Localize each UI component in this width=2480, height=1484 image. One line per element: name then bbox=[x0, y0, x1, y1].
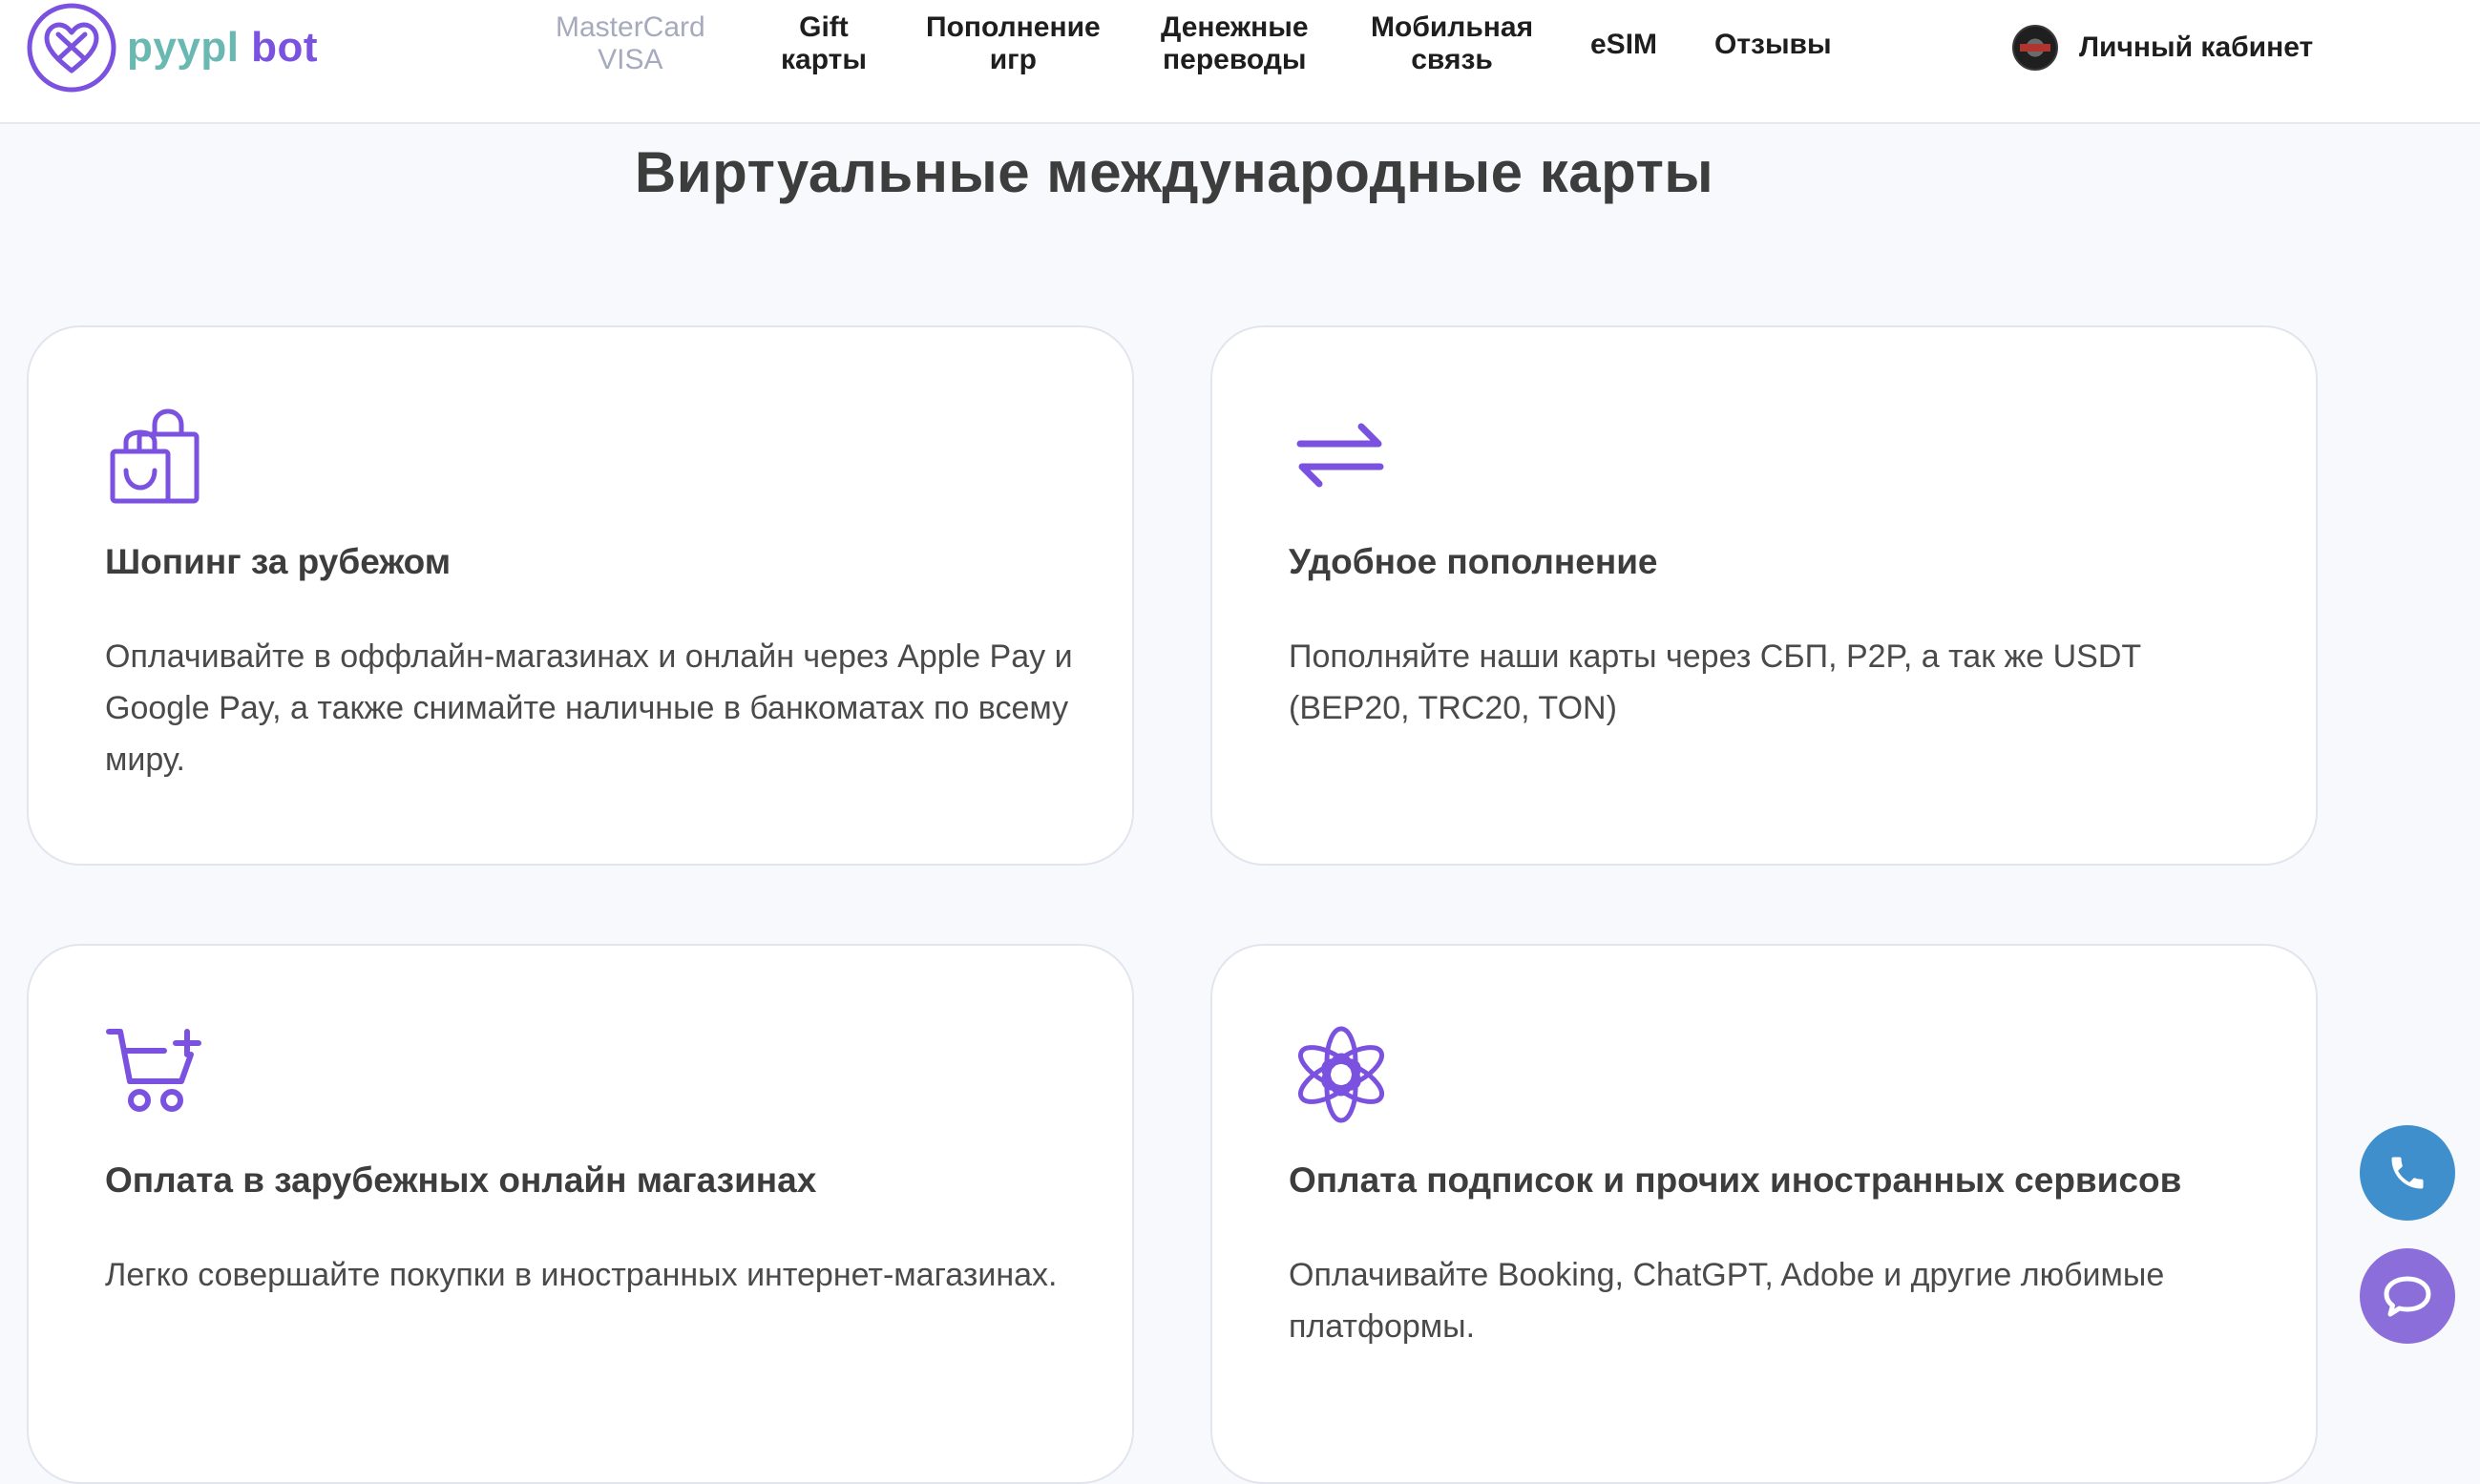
logo[interactable]: pyypl bot bbox=[26, 2, 318, 94]
logo-heart-icon bbox=[27, 3, 116, 93]
logo-text-bot: bot bbox=[251, 24, 319, 71]
nav-mobile-line2: связь bbox=[1411, 44, 1493, 75]
nav-mastercard-visa[interactable]: MasterCard VISA bbox=[556, 11, 705, 76]
feature-card-topup: Удобное пополнение Пополняйте наши карты… bbox=[1210, 325, 2318, 866]
nav-game-topup[interactable]: Пополнение игр bbox=[926, 11, 1101, 76]
card-text: Оплачивайте Booking, ChatGPT, Adobe и др… bbox=[1289, 1257, 2165, 1345]
phone-icon bbox=[2391, 1157, 2424, 1189]
site-header: pyypl bot MasterCard VISA Gift карты Поп… bbox=[0, 0, 2480, 124]
nav-mobile[interactable]: Мобильная связь bbox=[1371, 11, 1533, 76]
account-link[interactable]: Личный кабинет bbox=[2012, 25, 2313, 71]
nav-games-line1: Пополнение bbox=[926, 11, 1101, 43]
page-title: Виртуальные международные карты bbox=[634, 140, 1714, 204]
nav-gift-line2: карты bbox=[781, 44, 867, 75]
feature-card-shopping: Шопинг за рубежом Оплачивайте в оффлайн-… bbox=[27, 325, 1134, 866]
card-title: Оплата подписок и прочих иностранных сер… bbox=[1289, 1160, 2182, 1200]
card-title: Удобное пополнение bbox=[1289, 542, 1658, 581]
call-button[interactable] bbox=[2360, 1125, 2455, 1221]
exchange-arrows-icon bbox=[1296, 423, 1384, 488]
nav-transfers-line2: переводы bbox=[1163, 44, 1307, 75]
logo-text: pyypl bot bbox=[127, 24, 318, 72]
card-title: Оплата в зарубежных онлайн магазинах bbox=[105, 1160, 817, 1200]
nav-mobile-line1: Мобильная bbox=[1371, 11, 1534, 43]
avatar bbox=[2012, 25, 2058, 71]
nav-games-line2: игр bbox=[989, 44, 1037, 75]
nav-gift-line1: Gift bbox=[799, 11, 849, 43]
account-label: Личный кабинет bbox=[2079, 31, 2314, 63]
logo-text-pyypl: pyypl bbox=[127, 24, 240, 71]
card-title: Шопинг за рубежом bbox=[105, 542, 452, 581]
feature-card-subscriptions: Оплата подписок и прочих иностранных сер… bbox=[1210, 944, 2318, 1484]
cart-add-icon bbox=[106, 1029, 201, 1112]
feature-card-online-shops: Оплата в зарубежных онлайн магазинах Лег… bbox=[27, 944, 1134, 1484]
nav-transfers-line1: Денежные bbox=[1161, 11, 1309, 43]
card-text: Легко совершайте покупки в иностранных и… bbox=[105, 1257, 1058, 1293]
nav-mastercard-line1: MasterCard bbox=[556, 11, 705, 43]
openai-logo-icon bbox=[1297, 1026, 1385, 1123]
nav-gift-cards[interactable]: Gift карты bbox=[781, 11, 867, 76]
nav-mastercard-line2: VISA bbox=[598, 44, 663, 75]
nav-esim[interactable]: eSIM bbox=[1590, 29, 1657, 61]
shopping-bags-icon bbox=[110, 408, 200, 504]
card-text: Оплачивайте в оффлайн-магазинах и онлайн… bbox=[105, 638, 1073, 778]
nav-reviews[interactable]: Отзывы bbox=[1714, 29, 1832, 61]
card-text: Пополняйте наши карты через СБП, P2P, а … bbox=[1289, 638, 2141, 726]
nav-money-transfers[interactable]: Денежные переводы bbox=[1161, 11, 1309, 76]
chat-button[interactable] bbox=[2360, 1248, 2455, 1344]
chat-bubble-icon bbox=[2384, 1276, 2431, 1317]
